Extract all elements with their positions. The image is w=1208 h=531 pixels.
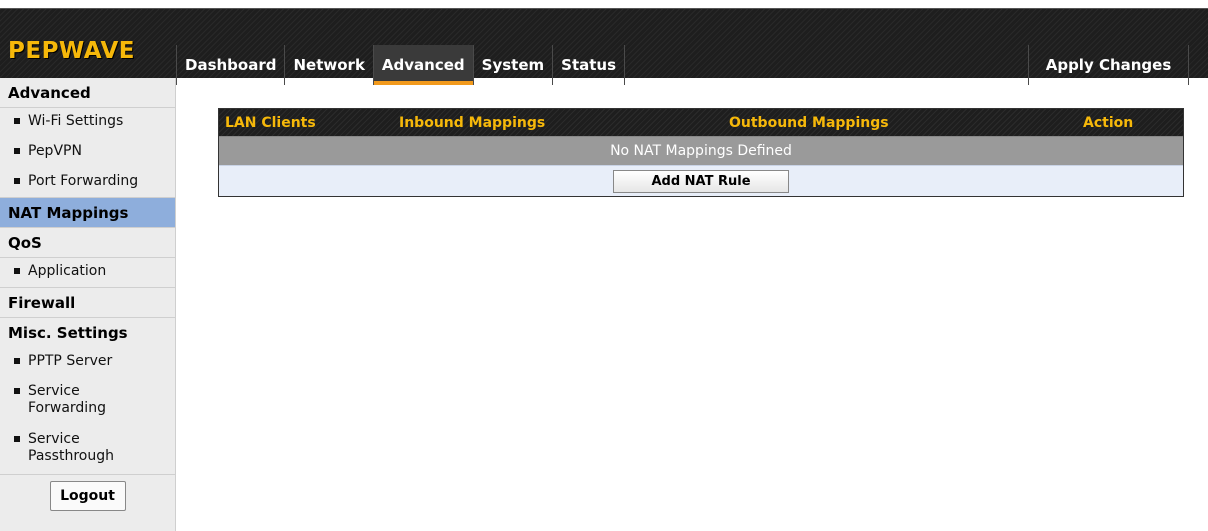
add-nat-rule-button[interactable]: Add NAT Rule: [613, 169, 789, 193]
sidebar-section-qos[interactable]: QoS: [0, 228, 175, 258]
bullet-icon: [14, 178, 20, 184]
column-header-inbound-mappings: Inbound Mappings: [399, 114, 546, 131]
column-header-outbound-mappings: Outbound Mappings: [729, 114, 889, 131]
sidebar-item-label: Wi-Fi Settings: [28, 113, 124, 129]
sidebar-section-nat-mappings[interactable]: NAT Mappings: [0, 198, 175, 228]
sidebar-item-application[interactable]: Application: [0, 258, 175, 288]
bullet-icon: [14, 388, 20, 394]
sidebar-item-pptp-server[interactable]: PPTP Server: [0, 348, 175, 378]
nav-tab-network[interactable]: Network: [285, 45, 374, 85]
nav-tab-status[interactable]: Status: [553, 45, 626, 85]
bullet-icon: [14, 268, 20, 274]
sidebar-item-pepvpn[interactable]: PepVPN: [0, 138, 175, 168]
sidebar-item-service-passthrough[interactable]: Service Passthrough: [0, 426, 175, 474]
sidebar-item-label: PepVPN: [28, 143, 82, 159]
bullet-icon: [14, 148, 20, 154]
logout-area: Logout: [0, 474, 175, 516]
nav-tab-dashboard[interactable]: Dashboard: [176, 45, 286, 85]
logout-button[interactable]: Logout: [49, 480, 126, 511]
sidebar-item-label: Service Passthrough: [28, 431, 114, 464]
nav-tab-system[interactable]: System: [474, 45, 554, 85]
sidebar-item-label: PPTP Server: [28, 353, 113, 369]
table-header: LAN Clients Inbound Mappings Outbound Ma…: [219, 109, 1183, 136]
empty-table-message: No NAT Mappings Defined: [219, 136, 1183, 165]
nat-mappings-table: LAN Clients Inbound Mappings Outbound Ma…: [218, 108, 1184, 197]
sidebar: Advanced Wi-Fi Settings PepVPN Port Forw…: [0, 78, 176, 531]
sidebar-item-wifi-settings[interactable]: Wi-Fi Settings: [0, 108, 175, 138]
pepwave-logo: PEPWAVE: [8, 38, 136, 64]
nav-tab-advanced[interactable]: Advanced: [373, 45, 474, 85]
apply-changes-button[interactable]: Apply Changes: [1028, 45, 1189, 85]
sidebar-item-label: Service Forwarding: [28, 383, 106, 416]
bullet-icon: [14, 436, 20, 442]
main-nav: Dashboard Network Advanced System Status: [176, 45, 626, 85]
bullet-icon: [14, 118, 20, 124]
sidebar-item-label: Port Forwarding: [28, 173, 139, 189]
top-bar: PEPWAVE Dashboard Network Advanced Syste…: [0, 8, 1208, 85]
sidebar-item-port-forwarding[interactable]: Port Forwarding: [0, 168, 175, 198]
column-header-lan-clients: LAN Clients: [225, 114, 316, 131]
sidebar-section-firewall[interactable]: Firewall: [0, 288, 175, 318]
sidebar-section-advanced[interactable]: Advanced: [0, 78, 175, 108]
sidebar-item-service-forwarding[interactable]: Service Forwarding: [0, 378, 175, 426]
column-header-action: Action: [1083, 114, 1134, 131]
table-row-add: Add NAT Rule: [219, 165, 1183, 196]
sidebar-item-label: Application: [28, 263, 107, 279]
sidebar-section-misc-settings[interactable]: Misc. Settings: [0, 318, 175, 348]
bullet-icon: [14, 358, 20, 364]
